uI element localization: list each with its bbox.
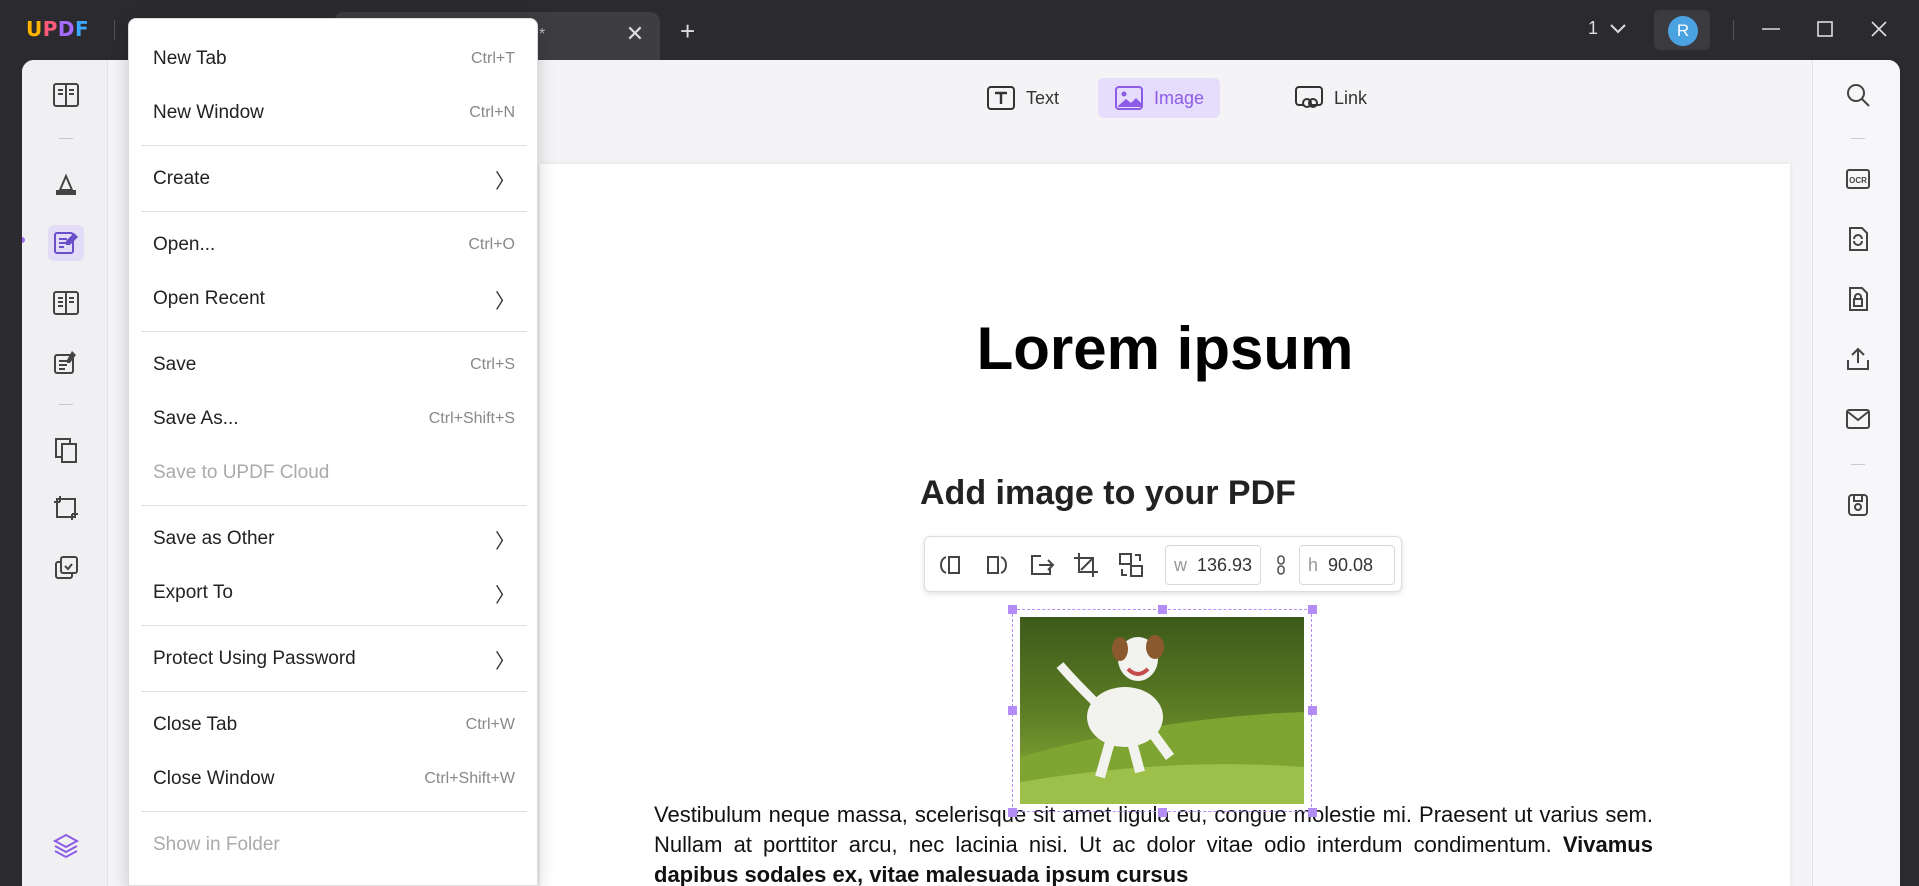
minimize-icon[interactable]: [1756, 14, 1786, 44]
menu-item-close-tab[interactable]: Close Tab Ctrl+W: [129, 705, 539, 745]
chevron-right-icon: 〉: [495, 584, 515, 607]
page-selector[interactable]: 1: [1588, 18, 1626, 39]
form-icon[interactable]: [48, 345, 84, 381]
crop-image-icon[interactable]: [1072, 551, 1100, 579]
menu-item-protect-password[interactable]: Protect Using Password 〉: [129, 639, 539, 679]
right-toolbar: OCR: [1812, 60, 1900, 886]
title-divider: [114, 20, 115, 40]
menu-divider: [141, 331, 527, 332]
organize-pages-icon[interactable]: [48, 432, 84, 468]
menu-divider: [141, 811, 527, 812]
rail-divider: [59, 138, 73, 139]
link-icon: [1295, 86, 1323, 108]
resize-handle[interactable]: [1008, 706, 1017, 715]
menu-item-save-to-cloud: Save to UPDF Cloud: [153, 462, 330, 483]
chevron-right-icon: 〉: [495, 530, 515, 553]
text-icon: [987, 86, 1015, 110]
menu-item-save-as-other[interactable]: Save as Other 〉: [129, 519, 539, 559]
reader-icon[interactable]: [48, 77, 84, 113]
menu-item-create[interactable]: Create 〉: [129, 159, 539, 199]
ocr-icon[interactable]: OCR: [1845, 166, 1871, 192]
edit-pdf-icon[interactable]: [48, 225, 84, 261]
extract-image-icon[interactable]: [1027, 551, 1055, 579]
page-number: 1: [1588, 18, 1599, 38]
menu-divider: [141, 625, 527, 626]
resize-handle[interactable]: [1008, 605, 1017, 614]
document-paragraph[interactable]: Vestibulum neque massa, scelerisque sit …: [654, 800, 1653, 886]
image-toolbar: w 136.93 h 90.08: [924, 536, 1402, 592]
page-layout-icon[interactable]: [48, 285, 84, 321]
email-icon[interactable]: [1845, 406, 1871, 432]
layers-icon[interactable]: [48, 828, 84, 864]
search-icon[interactable]: [1845, 82, 1871, 108]
resize-handle[interactable]: [1308, 706, 1317, 715]
menu-item-open[interactable]: Open... Ctrl+O: [129, 225, 539, 265]
rail-divider: [59, 404, 73, 405]
rail-divider: [1851, 138, 1865, 139]
image-selection-frame: [1012, 609, 1312, 812]
resize-handle[interactable]: [1158, 808, 1167, 817]
chevron-down-icon: [1610, 23, 1626, 33]
menu-item-show-in-folder: Show in Folder: [153, 834, 280, 855]
image-height-field[interactable]: h 90.08: [1299, 545, 1395, 585]
resize-handle[interactable]: [1008, 808, 1017, 817]
menu-item-new-window[interactable]: New Window Ctrl+N: [129, 93, 539, 133]
rail-divider: [1851, 464, 1865, 465]
updf-logo[interactable]: UPDF: [26, 17, 89, 41]
image-width-field[interactable]: w 136.93: [1165, 545, 1261, 585]
replace-image-icon[interactable]: [1117, 551, 1145, 579]
crop-icon[interactable]: [48, 490, 84, 526]
resize-handle[interactable]: [1308, 605, 1317, 614]
file-menu: New Tab Ctrl+T New Window Ctrl+N Create 〉 O…: [128, 18, 538, 886]
link-mode-button[interactable]: Link: [1278, 78, 1383, 118]
account-button[interactable]: R: [1654, 10, 1710, 50]
aspect-lock-icon[interactable]: [1275, 555, 1287, 575]
batch-icon[interactable]: [48, 550, 84, 586]
menu-item-close-window[interactable]: Close Window Ctrl+Shift+W: [129, 759, 539, 799]
menu-item-export-to[interactable]: Export To 〉: [129, 573, 539, 613]
share-icon[interactable]: [1845, 346, 1871, 372]
document-title[interactable]: Lorem ipsum: [540, 314, 1790, 383]
menu-item-new-tab[interactable]: New Tab Ctrl+T: [129, 39, 539, 79]
menu-divider: [141, 505, 527, 506]
close-tab-icon[interactable]: ✕: [622, 21, 648, 47]
rotate-right-icon[interactable]: [982, 551, 1010, 579]
resize-handle[interactable]: [1308, 808, 1317, 817]
add-tab-icon[interactable]: +: [680, 18, 695, 44]
resize-handle[interactable]: [1158, 605, 1167, 614]
document-subtitle[interactable]: Add image to your PDF: [920, 474, 1296, 513]
chevron-right-icon: 〉: [495, 170, 515, 193]
image-icon: [1115, 86, 1143, 110]
menu-divider: [141, 691, 527, 692]
maximize-icon[interactable]: [1810, 14, 1840, 44]
menu-divider: [141, 211, 527, 212]
protect-icon[interactable]: [1845, 286, 1871, 312]
title-divider: [1733, 20, 1734, 40]
save-icon[interactable]: [1845, 492, 1871, 518]
menu-item-save-as[interactable]: Save As... Ctrl+Shift+S: [129, 399, 539, 439]
avatar: R: [1668, 16, 1698, 46]
tab-title: *: [539, 26, 546, 43]
chevron-right-icon: 〉: [495, 290, 515, 313]
svg-text:OCR: OCR: [1849, 176, 1867, 185]
close-window-icon[interactable]: [1864, 14, 1894, 44]
comment-icon[interactable]: [48, 166, 84, 202]
rotate-left-icon[interactable]: [937, 551, 965, 579]
text-mode-button[interactable]: Text: [970, 78, 1075, 118]
chevron-right-icon: 〉: [495, 650, 515, 673]
image-mode-button[interactable]: Image: [1098, 78, 1221, 118]
convert-icon[interactable]: [1845, 226, 1871, 252]
menu-item-save[interactable]: Save Ctrl+S: [129, 345, 539, 385]
menu-item-open-recent[interactable]: Open Recent 〉: [129, 279, 539, 319]
left-toolbar: [22, 60, 108, 886]
menu-divider: [141, 145, 527, 146]
active-indicator: [22, 237, 25, 243]
